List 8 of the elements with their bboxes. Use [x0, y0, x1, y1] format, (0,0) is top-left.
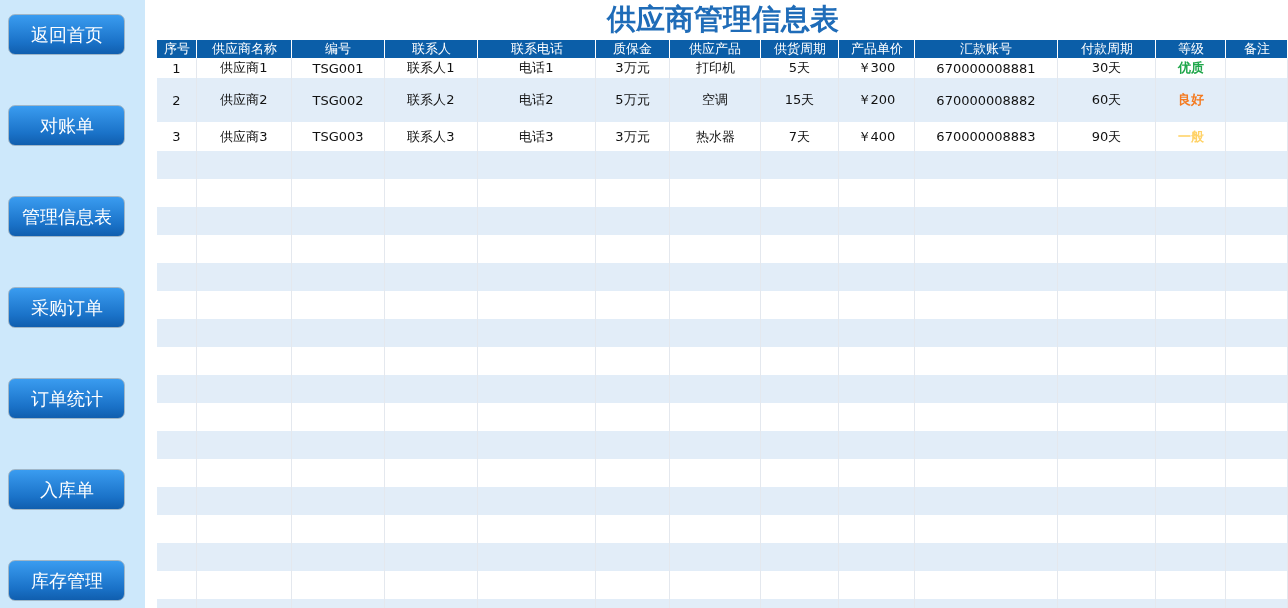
nav-button[interactable]: 采购订单 — [8, 287, 125, 328]
nav-button[interactable]: 对账单 — [8, 105, 125, 146]
nav-button[interactable]: 管理信息表 — [8, 196, 125, 237]
nav-button[interactable]: 订单统计 — [8, 378, 125, 419]
page-title: 供应商管理信息表 — [605, 1, 840, 38]
nav-button[interactable]: 库存管理 — [8, 560, 125, 601]
nav-button[interactable]: 入库单 — [8, 469, 125, 510]
nav-button[interactable]: 返回首页 — [8, 14, 125, 55]
